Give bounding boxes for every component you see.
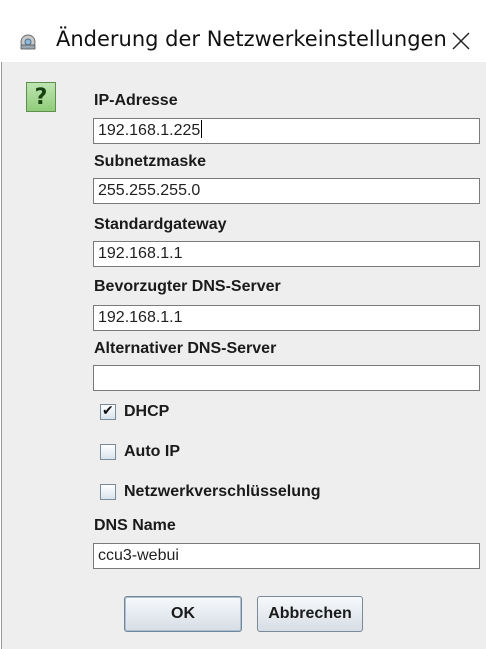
dns-name-field[interactable]: ccu3-webui (93, 543, 480, 569)
checkmark-icon: ✔ (102, 403, 114, 419)
auto-ip-checkbox-row[interactable]: Auto IP (100, 442, 180, 462)
dhcp-label: DHCP (124, 403, 170, 420)
preferred-dns-field[interactable]: 192.168.1.1 (93, 305, 480, 331)
auto-ip-label: Auto IP (124, 443, 180, 460)
alternate-dns-label: Alternativer DNS-Server (94, 340, 277, 357)
gateway-label: Standardgateway (94, 216, 227, 233)
network-settings-dialog: Änderung der Netzwerkeinstellungen ? IP-… (0, 0, 486, 649)
gateway-field[interactable]: 192.168.1.1 (93, 241, 480, 267)
dhcp-checkbox[interactable]: ✔ (100, 403, 116, 420)
preferred-dns-label: Bevorzugter DNS-Server (94, 278, 281, 295)
encryption-checkbox-row[interactable]: Netzwerkverschlüsselung (100, 482, 321, 502)
encryption-checkbox[interactable] (100, 484, 116, 500)
dns-name-label: DNS Name (94, 517, 176, 534)
text-caret (201, 120, 203, 138)
auto-ip-checkbox[interactable] (100, 444, 116, 460)
alternate-dns-field[interactable] (93, 365, 480, 391)
ip-address-field[interactable]: 192.168.1.225 (93, 118, 480, 144)
network-settings-icon (18, 32, 38, 52)
close-button[interactable] (446, 26, 476, 56)
dhcp-checkbox-row[interactable]: ✔ DHCP (100, 402, 169, 422)
close-icon (452, 32, 470, 50)
subnet-mask-label: Subnetzmaske (94, 153, 207, 170)
window-title: Änderung der Netzwerkeinstellungen (56, 27, 447, 51)
cancel-button[interactable]: Abbrechen (257, 596, 363, 632)
title-bar: Änderung der Netzwerkeinstellungen (0, 0, 486, 62)
encryption-label: Netzwerkverschlüsselung (124, 483, 321, 500)
ip-address-label: IP-Adresse (94, 92, 178, 109)
ip-address-value: 192.168.1.225 (98, 122, 201, 139)
subnet-mask-field[interactable]: 255.255.255.0 (93, 178, 480, 204)
ok-button[interactable]: OK (124, 596, 242, 632)
help-icon: ? (26, 82, 56, 112)
